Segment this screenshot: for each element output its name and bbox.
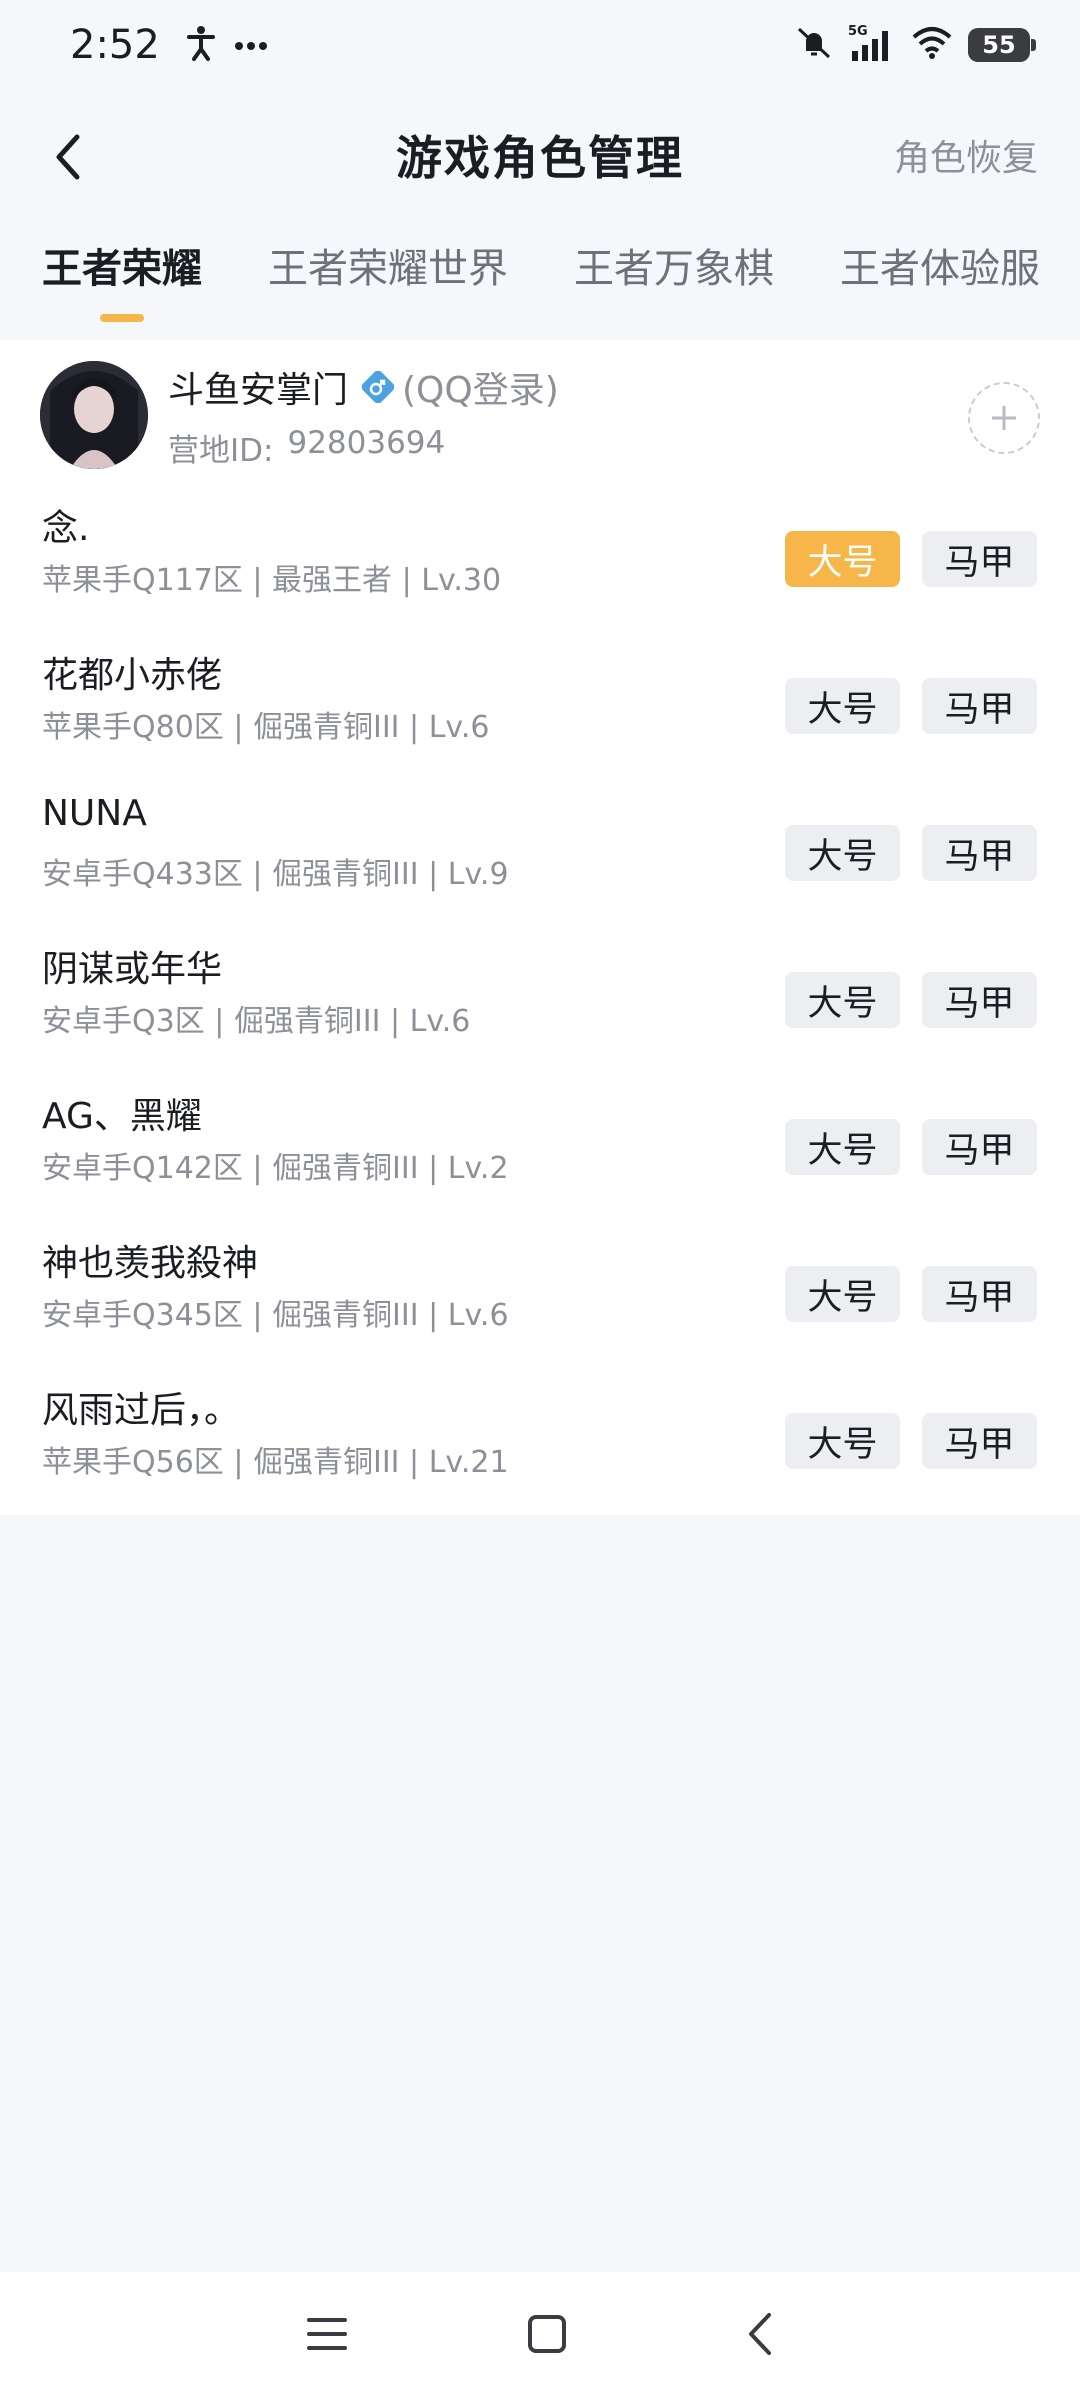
role-meta: 安卓手Q345区 | 倔强青铜III | Lv.6 <box>42 1298 509 1333</box>
account-header: 斗鱼安掌门 (QQ登录) 营地ID: 92803694 <box>40 360 1040 470</box>
svg-text:5G: 5G <box>848 24 868 39</box>
alt-account-button[interactable]: 马甲 <box>922 972 1037 1028</box>
wifi-icon <box>910 25 954 65</box>
add-account-button[interactable] <box>968 382 1040 454</box>
role-meta: 安卓手Q433区 | 倔强青铜III | Lv.9 <box>42 857 509 892</box>
tab-honor-of-kings[interactable]: 王者荣耀 <box>42 230 202 294</box>
role-meta: 安卓手Q3区 | 倔强青铜III | Lv.6 <box>42 1004 471 1039</box>
header: 游戏角色管理 角色恢复 <box>0 105 1080 205</box>
role-name: 风雨过后，。 <box>42 1390 241 1431</box>
signal-icon: 5G <box>848 23 896 67</box>
role-meta: 安卓手Q142区 | 倔强青铜III | Lv.2 <box>42 1151 509 1186</box>
alt-account-button[interactable]: 马甲 <box>922 1413 1037 1469</box>
game-tabs: 王者荣耀 王者荣耀世界 王者万象棋 王者体验服 <box>0 230 1080 340</box>
role-list-card: 斗鱼安掌门 (QQ登录) 营地ID: 92803694 念. 苹果手Q117区 … <box>0 340 1080 1515</box>
alt-account-button[interactable]: 马甲 <box>922 1119 1037 1175</box>
role-name: NUNA <box>42 793 147 834</box>
main-account-button[interactable]: 大号 <box>785 531 900 587</box>
role-name: 阴谋或年华 <box>42 949 223 990</box>
system-nav-bar <box>0 2272 1080 2400</box>
battery-indicator: 55 <box>968 28 1036 62</box>
role-row: 阴谋或年华 安卓手Q3区 | 倔强青铜III | Lv.6 大号 马甲 <box>0 928 1080 1075</box>
role-meta: 苹果手Q117区 | 最强王者 | Lv.30 <box>42 563 502 598</box>
alt-account-button[interactable]: 马甲 <box>922 1266 1037 1322</box>
main-account-button[interactable]: 大号 <box>785 1119 900 1175</box>
tab-experience-server[interactable]: 王者体验服 <box>840 230 1040 294</box>
camp-id-label: 营地ID: <box>168 432 274 469</box>
avatar[interactable] <box>40 361 148 469</box>
account-name: 斗鱼安掌门 <box>168 369 349 411</box>
alt-account-button[interactable]: 马甲 <box>922 825 1037 881</box>
role-row: 花都小赤佬 苹果手Q80区 | 倔强青铜III | Lv.6 大号 马甲 <box>0 634 1080 781</box>
role-meta: 苹果手Q56区 | 倔强青铜III | Lv.21 <box>42 1445 509 1480</box>
status-time: 2:52 <box>70 22 160 68</box>
role-row: 风雨过后，。 苹果手Q56区 | 倔强青铜III | Lv.21 大号 马甲 <box>0 1369 1080 1516</box>
more-dots-icon <box>234 36 268 55</box>
male-icon <box>362 370 395 403</box>
tab-honor-of-kings-world[interactable]: 王者荣耀世界 <box>268 230 508 294</box>
plus-icon <box>992 406 1016 430</box>
role-meta: 苹果手Q80区 | 倔强青铜III | Lv.6 <box>42 710 490 745</box>
role-row: 神也羡我殺神 安卓手Q345区 | 倔强青铜III | Lv.6 大号 马甲 <box>0 1222 1080 1369</box>
role-name: 神也羡我殺神 <box>42 1243 259 1284</box>
main-account-button[interactable]: 大号 <box>785 1413 900 1469</box>
login-type: (QQ登录) <box>402 369 559 411</box>
role-name: 念. <box>42 508 90 549</box>
nav-back-icon[interactable] <box>747 2312 773 2360</box>
role-row: NUNA 安卓手Q433区 | 倔强青铜III | Lv.9 大号 马甲 <box>0 781 1080 928</box>
home-square-icon[interactable] <box>527 2314 567 2358</box>
status-bar: 2:52 5G 55 <box>0 0 1080 90</box>
mute-icon <box>794 23 834 67</box>
role-name: AG、黑耀 <box>42 1096 202 1137</box>
camp-id-value: 92803694 <box>287 424 446 461</box>
role-name: 花都小赤佬 <box>42 655 223 696</box>
menu-icon[interactable] <box>307 2316 347 2356</box>
alt-account-button[interactable]: 马甲 <box>922 678 1037 734</box>
alt-account-button[interactable]: 马甲 <box>922 531 1037 587</box>
role-row: 念. 苹果手Q117区 | 最强王者 | Lv.30 大号 马甲 <box>0 487 1080 634</box>
main-account-button[interactable]: 大号 <box>785 678 900 734</box>
accessibility-icon <box>186 25 216 65</box>
role-restore-button[interactable]: 角色恢复 <box>894 129 1038 181</box>
tab-honor-chess[interactable]: 王者万象棋 <box>574 230 774 294</box>
main-account-button[interactable]: 大号 <box>785 825 900 881</box>
role-list: 念. 苹果手Q117区 | 最强王者 | Lv.30 大号 马甲 花都小赤佬 苹… <box>0 487 1080 1516</box>
role-row: AG、黑耀 安卓手Q142区 | 倔强青铜III | Lv.2 大号 马甲 <box>0 1075 1080 1222</box>
main-account-button[interactable]: 大号 <box>785 1266 900 1322</box>
main-account-button[interactable]: 大号 <box>785 972 900 1028</box>
